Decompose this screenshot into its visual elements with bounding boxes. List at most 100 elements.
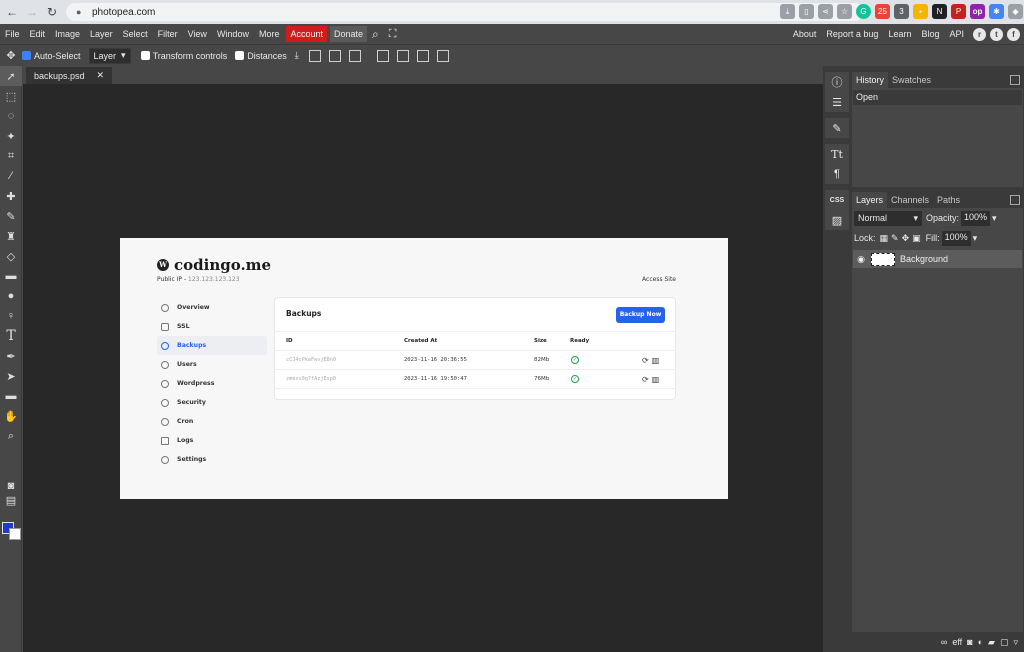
- menu-select[interactable]: Select: [118, 29, 153, 39]
- document-canvas[interactable]: W codingo.me Public IP - 123.123.123.123…: [120, 238, 728, 499]
- twitter-icon[interactable]: t: [990, 27, 1003, 41]
- back-icon[interactable]: ←: [4, 4, 20, 20]
- close-icon[interactable]: ✕: [97, 70, 105, 81]
- history-item[interactable]: Open: [853, 90, 1022, 105]
- dodge-tool-icon[interactable]: ♀: [0, 306, 22, 326]
- tab-layers[interactable]: Layers: [852, 192, 888, 208]
- chevron-down-icon[interactable]: ▾: [992, 213, 997, 224]
- pinterest-icon[interactable]: P: [951, 4, 966, 19]
- background-color-swatch[interactable]: [9, 528, 21, 540]
- paragraph-icon[interactable]: ¶: [825, 164, 849, 184]
- auto-select-checkbox[interactable]: Auto-Select: [22, 51, 81, 61]
- canvas-area[interactable]: W codingo.me Public IP - 123.123.123.123…: [23, 84, 823, 652]
- brush-settings-icon[interactable]: ✎: [825, 118, 849, 138]
- align-left-icon[interactable]: [308, 49, 321, 62]
- align-top-icon[interactable]: [376, 49, 389, 62]
- image-icon[interactable]: ▨: [825, 210, 849, 230]
- move-tool-icon[interactable]: ➚: [0, 66, 22, 86]
- distances-checkbox[interactable]: Distances: [235, 51, 287, 61]
- move-tool-icon[interactable]: ✥: [0, 46, 22, 66]
- marquee-tool-icon[interactable]: ⬚: [0, 86, 22, 106]
- download-icon[interactable]: ⤓: [780, 4, 795, 19]
- adjustments-icon[interactable]: ☰: [825, 92, 849, 112]
- grammarly-icon[interactable]: G: [856, 4, 871, 19]
- layer-row-background[interactable]: ◉ Background: [853, 250, 1022, 268]
- forward-icon[interactable]: →: [24, 4, 40, 20]
- search-icon[interactable]: ⌕: [367, 27, 384, 42]
- info-icon[interactable]: ⓘ: [825, 72, 849, 92]
- menu-more[interactable]: More: [254, 29, 285, 39]
- zoom-tool-icon[interactable]: ⌕: [0, 426, 22, 446]
- chevron-down-icon[interactable]: ▾: [973, 233, 978, 244]
- address-bar[interactable]: ● photopea.com: [66, 3, 864, 21]
- lock-brush-icon[interactable]: ✎: [891, 233, 899, 244]
- lock-transparency-icon[interactable]: ▦: [880, 233, 889, 244]
- learn-link[interactable]: Learn: [883, 29, 916, 39]
- blend-mode-select[interactable]: Normal ▾: [854, 210, 922, 226]
- reddit-icon[interactable]: r: [973, 27, 986, 41]
- eye-icon[interactable]: ◉: [853, 254, 869, 265]
- gear-ext-icon[interactable]: ✱: [989, 4, 1004, 19]
- brush-tool-icon[interactable]: ✎: [0, 206, 22, 226]
- align-center-icon[interactable]: [328, 49, 341, 62]
- clone-stamp-icon[interactable]: ♜: [0, 226, 22, 246]
- menu-image[interactable]: Image: [50, 29, 85, 39]
- fullscreen-icon[interactable]: ⛶: [384, 28, 402, 41]
- api-link[interactable]: API: [944, 29, 969, 39]
- type-tool-icon[interactable]: T: [0, 326, 22, 346]
- keep-icon[interactable]: ▪: [913, 4, 928, 19]
- ext-badge-icon[interactable]: 3: [894, 4, 909, 19]
- account-button[interactable]: Account: [286, 26, 327, 42]
- adjustment-layer-icon[interactable]: ◐: [978, 637, 983, 647]
- layer-select[interactable]: Layer ▾: [88, 47, 131, 64]
- character-icon[interactable]: Tt: [825, 144, 849, 164]
- menu-filter[interactable]: Filter: [153, 29, 183, 39]
- hand-tool-icon[interactable]: ✋: [0, 406, 22, 426]
- pen-tool-icon[interactable]: ✒: [0, 346, 22, 366]
- eyedropper-icon[interactable]: ⁄: [0, 166, 22, 186]
- panel-menu-icon[interactable]: [1010, 75, 1020, 85]
- share-icon[interactable]: ⋖: [818, 4, 833, 19]
- lock-move-icon[interactable]: ✥: [902, 233, 910, 244]
- blog-link[interactable]: Blog: [916, 29, 944, 39]
- mask-icon[interactable]: ◙: [967, 637, 972, 647]
- menu-view[interactable]: View: [183, 29, 212, 39]
- donate-button[interactable]: Donate: [330, 26, 368, 42]
- gradient-tool-icon[interactable]: ▬: [0, 266, 22, 286]
- tab-history[interactable]: History: [852, 72, 889, 88]
- lasso-tool-icon[interactable]: ◌: [0, 106, 22, 126]
- align-bottom-icon[interactable]: [416, 49, 429, 62]
- new-layer-icon[interactable]: ▢: [1000, 637, 1009, 648]
- eraser-tool-icon[interactable]: ◇: [0, 246, 22, 266]
- tab-swatches[interactable]: Swatches: [888, 72, 935, 88]
- shield-icon[interactable]: ◆: [1008, 4, 1023, 19]
- distribute-icon[interactable]: [436, 49, 449, 62]
- doc-tab-backups[interactable]: backups.psd ✕: [26, 67, 113, 84]
- page-icon[interactable]: ▯: [799, 4, 814, 19]
- healing-brush-icon[interactable]: ✚: [0, 186, 22, 206]
- menu-window[interactable]: Window: [212, 29, 254, 39]
- folder-icon[interactable]: ▰: [988, 637, 995, 648]
- path-select-icon[interactable]: ➤: [0, 366, 22, 386]
- tab-paths[interactable]: Paths: [933, 192, 964, 208]
- trash-icon[interactable]: ▿: [1013, 637, 1018, 648]
- reload-icon[interactable]: ↻: [44, 4, 60, 20]
- panel-menu-icon[interactable]: [1010, 195, 1020, 205]
- lock-all-icon[interactable]: ▣: [912, 233, 921, 244]
- link-icon[interactable]: ∞: [941, 637, 947, 647]
- bookmark-star-icon[interactable]: ☆: [837, 4, 852, 19]
- opacity-input[interactable]: 100%: [961, 210, 991, 226]
- about-link[interactable]: About: [788, 29, 822, 39]
- align-middle-icon[interactable]: [396, 49, 409, 62]
- menu-edit[interactable]: Edit: [25, 29, 51, 39]
- blur-tool-icon[interactable]: ●: [0, 286, 22, 306]
- magic-wand-icon[interactable]: ✦: [0, 126, 22, 146]
- facebook-icon[interactable]: f: [1007, 27, 1020, 41]
- crop-tool-icon[interactable]: ⌗: [0, 146, 22, 166]
- op-ext-icon[interactable]: op: [970, 4, 985, 19]
- calendar-ext-icon[interactable]: 25: [875, 4, 890, 19]
- tab-channels[interactable]: Channels: [887, 192, 933, 208]
- notion-icon[interactable]: N: [932, 4, 947, 19]
- css-icon[interactable]: CSS: [825, 190, 849, 210]
- screen-mode-icon[interactable]: ▤: [0, 490, 22, 510]
